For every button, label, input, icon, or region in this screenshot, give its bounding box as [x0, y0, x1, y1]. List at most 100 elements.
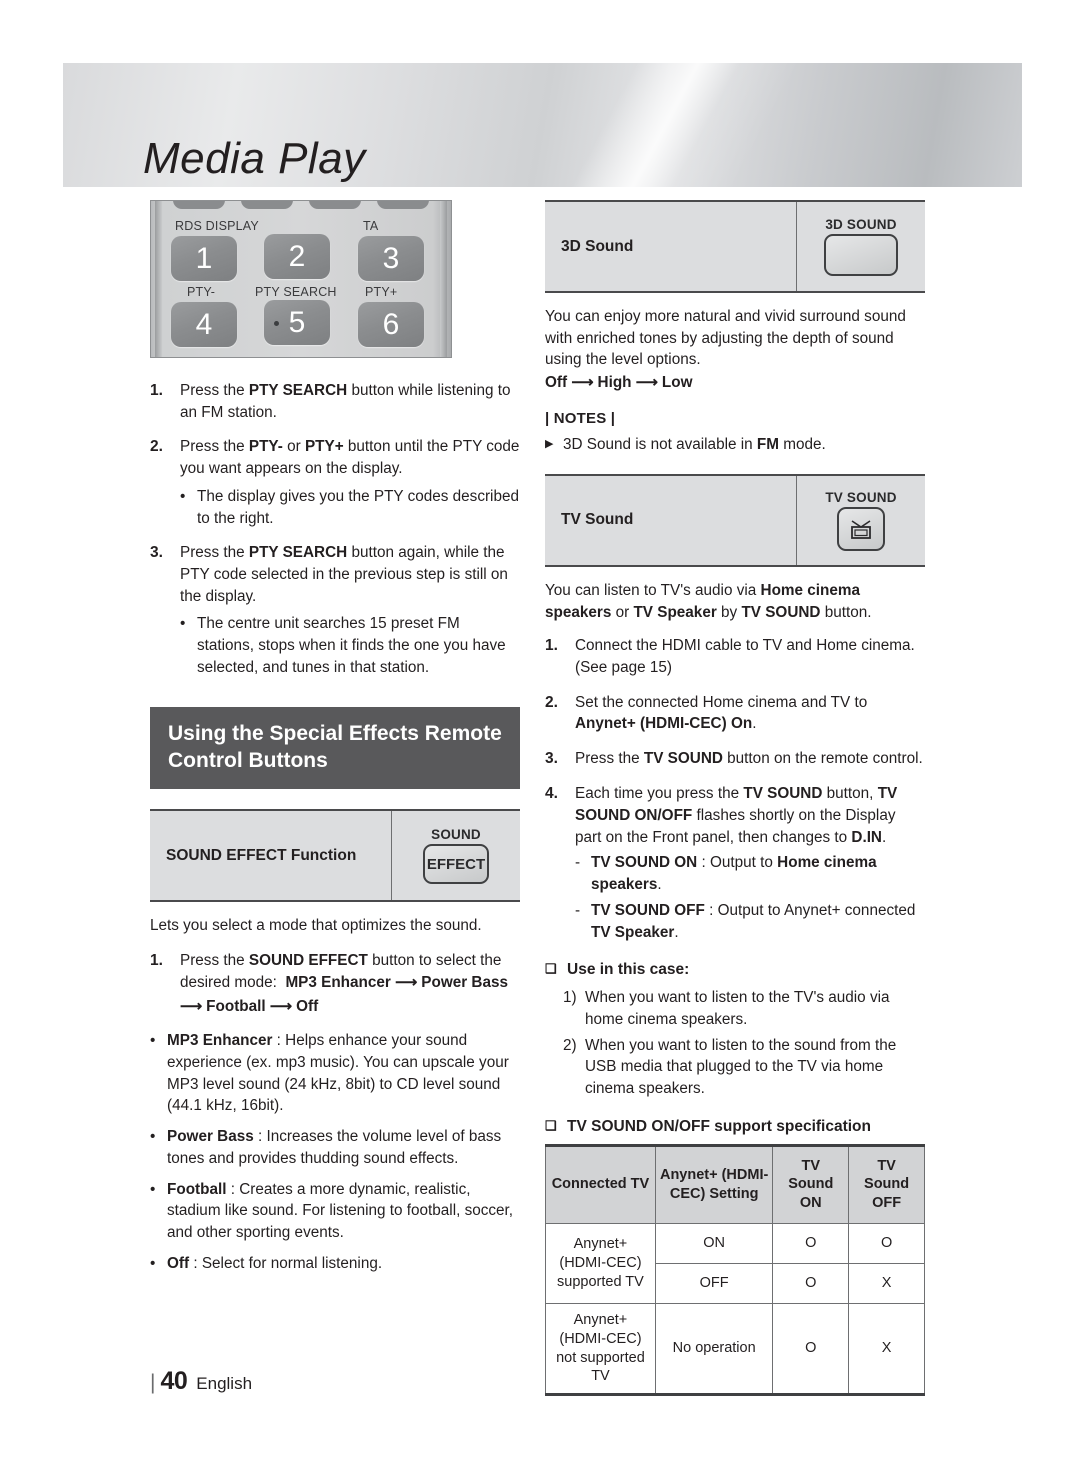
3d-sound-description: You can enjoy more natural and vivid sur…	[545, 308, 906, 369]
cell-tv-sound-off: X	[848, 1302, 925, 1396]
sub-bullet-text: The centre unit searches 15 preset FM st…	[197, 615, 506, 676]
list-item: 1. Press the SOUND EFFECT button to sele…	[150, 950, 520, 1017]
tv-sound-key-icon	[837, 506, 885, 551]
cell-tv-sound-on: O	[772, 1222, 850, 1264]
section-heading: Using the Special Effects Remote Control…	[150, 706, 520, 790]
step-number: 2.	[150, 438, 163, 456]
step-text: Press the TV SOUND button on the remote …	[575, 750, 923, 768]
sound-effect-feature-row: SOUND EFFECT Function SOUND EFFECT	[150, 809, 520, 903]
step-number: 1.	[545, 637, 558, 655]
item-number: 2)	[563, 1036, 577, 1054]
table-header: Connected TV Anynet+ (HDMI-CEC) Setting …	[545, 1144, 925, 1224]
cell-setting: OFF	[654, 1262, 774, 1304]
remote-top-key-row	[173, 201, 429, 209]
remote-right-edge	[440, 201, 447, 357]
television-icon	[851, 520, 871, 539]
remote-top-key	[173, 201, 225, 209]
sub-bullet: • The display gives you the PTY codes de…	[180, 486, 520, 529]
cell-tv-sound-off: X	[848, 1262, 925, 1304]
step-text: Press the PTY SEARCH button while listen…	[180, 382, 511, 421]
square-bullet-icon: ❑	[545, 961, 557, 977]
remote-label-pty-minus: PTY-	[187, 285, 216, 299]
sound-mode-list: • MP3 Enhancer : Helps enhance your soun…	[150, 1030, 520, 1274]
3d-sound-key-icon	[824, 234, 898, 276]
left-column: RDS DISPLAY TA PTY- PTY SEARCH PTY+ 1 2 …	[150, 200, 520, 1283]
page-header-banner: Media Play	[63, 63, 1022, 187]
list-item: • Football : Creates a more dynamic, rea…	[150, 1179, 520, 1244]
tv-sound-support-table: Connected TV Anynet+ (HDMI-CEC) Setting …	[545, 1143, 925, 1397]
sound-effect-function-label: SOUND EFFECT Function	[150, 811, 392, 901]
use-case-heading-text: Use in this case:	[567, 961, 690, 979]
dash-bullet: -	[575, 901, 581, 919]
list-item: 2) When you want to listen to the sound …	[545, 1035, 925, 1100]
page-footer: | 40 English	[150, 1367, 252, 1396]
tv-sound-art-label: TV SOUND	[825, 489, 897, 505]
list-item: - TV SOUND OFF : Output to Anynet+ conne…	[545, 900, 925, 943]
tv-sound-label: TV Sound	[545, 475, 797, 565]
step-number: 1.	[150, 952, 163, 970]
mode-description: MP3 Enhancer : Helps enhance your sound …	[167, 1032, 509, 1115]
list-item: 3. Press the PTY SEARCH button again, wh…	[150, 542, 520, 678]
remote-top-key	[377, 201, 429, 209]
bullet-dot: •	[150, 1180, 156, 1198]
cell-connected-tv: Anynet+ (HDMI-CEC) supported TV	[545, 1222, 656, 1304]
spec-heading: ❑ TV SOUND ON/OFF support specification	[545, 1118, 925, 1136]
use-case-text: When you want to listen to the sound fro…	[585, 1036, 897, 1098]
mode-description: Football : Creates a more dynamic, reali…	[167, 1180, 514, 1241]
use-case-heading: ❑ Use in this case:	[545, 961, 925, 979]
step-body: Press the PTY SEARCH button again, while…	[180, 544, 508, 605]
3d-sound-label: 3D Sound	[545, 202, 797, 291]
step-number: 3.	[545, 750, 558, 768]
bullet-dot: •	[180, 615, 186, 633]
list-item: 2. Set the connected Home cinema and TV …	[545, 692, 925, 735]
table-header-row: Connected TV Anynet+ (HDMI-CEC) Setting …	[545, 1144, 925, 1224]
column-header-connected-tv: Connected TV	[545, 1144, 656, 1224]
list-item: 3. Press the TV SOUND button on the remo…	[545, 748, 925, 770]
step-text: Press the SOUND EFFECT button to select …	[180, 950, 520, 1017]
step-number: 3.	[150, 544, 163, 562]
cell-tv-sound-on: O	[772, 1262, 850, 1304]
bullet-dot: •	[150, 1032, 156, 1050]
remote-key-5: 5	[264, 300, 330, 345]
sound-effect-description: Lets you select a mode that optimizes th…	[150, 917, 482, 935]
sound-mode-arrow-line: ⟶ Football ⟶ Off	[180, 997, 319, 1015]
item-number: 1)	[563, 989, 577, 1007]
sub-bullet-text: The display gives you the PTY codes desc…	[197, 487, 519, 527]
remote-label-ta: TA	[363, 219, 379, 233]
dash-text: TV SOUND ON : Output to Home cinema spea…	[591, 854, 877, 894]
list-item: 1. Connect the HDMI cable to TV and Home…	[545, 635, 925, 678]
mode-description: Off : Select for normal listening.	[167, 1254, 383, 1272]
table-row: Anynet+ (HDMI-CEC) not supported TV No o…	[545, 1302, 925, 1396]
page-title: Media Play	[143, 134, 366, 183]
tv-sound-description: You can listen to TV's audio via Home ci…	[545, 581, 872, 621]
cell-tv-sound-on: O	[772, 1302, 850, 1396]
3d-sound-feature-row: 3D Sound 3D SOUND	[545, 200, 925, 293]
sound-effect-key-icon: EFFECT	[423, 844, 489, 885]
triangle-bullet-icon: ▶	[545, 438, 554, 451]
cell-tv-sound-off: O	[848, 1222, 925, 1264]
right-column: 3D Sound 3D SOUND You can enjoy more nat…	[545, 200, 925, 1397]
pty-search-steps: 1. Press the PTY SEARCH button while lis…	[150, 380, 520, 679]
step-body: Press the SOUND EFFECT button to select …	[180, 952, 509, 991]
column-header-tv-sound-on: TV Sound ON	[772, 1144, 850, 1224]
note-item: ▶ 3D Sound is not available in FM mode.	[545, 434, 925, 456]
3d-sound-button-art: 3D SOUND	[797, 202, 925, 291]
remote-key-5-digit: 5	[288, 305, 306, 339]
remote-top-key	[241, 201, 293, 209]
note-text: 3D Sound is not available in FM mode.	[563, 436, 826, 454]
dash-text: TV SOUND OFF : Output to Anynet+ connect…	[591, 901, 916, 941]
sound-effect-button-art: SOUND EFFECT	[392, 811, 520, 900]
step-text: Connect the HDMI cable to TV and Home ci…	[575, 637, 915, 677]
list-item: • MP3 Enhancer : Helps enhance your soun…	[150, 1030, 520, 1117]
remote-key-4: 4	[171, 302, 237, 347]
mode-description: Power Bass : Increases the volume level …	[167, 1128, 502, 1167]
footer-language: English	[196, 1374, 253, 1393]
page-number: 40	[160, 1367, 188, 1395]
bullet-dot: •	[180, 487, 186, 505]
bullet-dot: •	[150, 1128, 156, 1146]
remote-label-pty-plus: PTY+	[365, 285, 398, 299]
square-bullet-icon: ❑	[545, 1117, 557, 1133]
list-item: - TV SOUND ON : Output to Home cinema sp…	[545, 852, 925, 895]
remote-key-5-dot	[274, 320, 279, 326]
remote-label-rds-display: RDS DISPLAY	[175, 219, 259, 233]
